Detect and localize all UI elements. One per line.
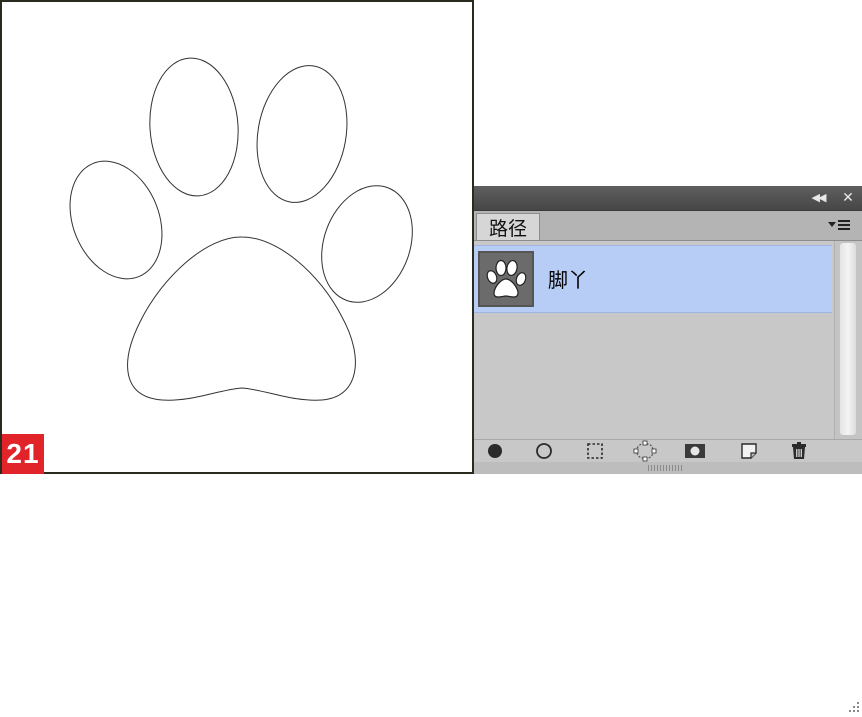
load-as-selection-icon[interactable] xyxy=(582,440,608,462)
panel-tabbar: 路径 xyxy=(474,211,862,241)
toe-1 xyxy=(149,57,239,197)
paw-path-outline xyxy=(69,57,413,401)
tab-paths[interactable]: 路径 xyxy=(476,213,540,240)
toe-2 xyxy=(256,65,348,203)
panel-menu-icon[interactable] xyxy=(824,215,854,235)
make-work-path-icon[interactable] xyxy=(632,440,658,462)
delete-path-icon[interactable] xyxy=(786,440,812,462)
toe-3 xyxy=(69,160,163,280)
path-row-selected[interactable]: 脚丫 xyxy=(474,245,832,313)
paw-pad xyxy=(127,236,356,401)
panel-bottom-toolbar xyxy=(474,439,862,712)
close-icon[interactable]: ✕ xyxy=(836,188,860,208)
fill-path-icon[interactable] xyxy=(482,440,508,462)
resize-grip-icon[interactable] xyxy=(846,698,860,712)
toe-4 xyxy=(321,185,413,303)
double-chevron-left-icon[interactable]: ◀◀ xyxy=(806,188,830,208)
path-list: 脚丫 xyxy=(474,241,834,439)
step-number-badge: 21 xyxy=(2,434,44,474)
add-mask-icon[interactable] xyxy=(682,440,708,462)
scroll-thumb[interactable] xyxy=(840,243,856,435)
panel-titlebar[interactable]: ◀◀ ✕ xyxy=(474,186,862,211)
path-name[interactable]: 脚丫 xyxy=(548,264,588,293)
paw-thumbnail xyxy=(478,251,534,307)
new-path-icon[interactable] xyxy=(736,440,762,462)
stroke-path-icon[interactable] xyxy=(531,440,557,462)
panel-resize-bar[interactable] xyxy=(474,462,862,474)
grip-icon xyxy=(648,465,684,471)
paths-panel: ◀◀ ✕ 路径 脚丫 xyxy=(474,186,862,712)
scrollbar[interactable] xyxy=(834,241,862,439)
document-canvas[interactable]: 21 xyxy=(0,0,474,474)
